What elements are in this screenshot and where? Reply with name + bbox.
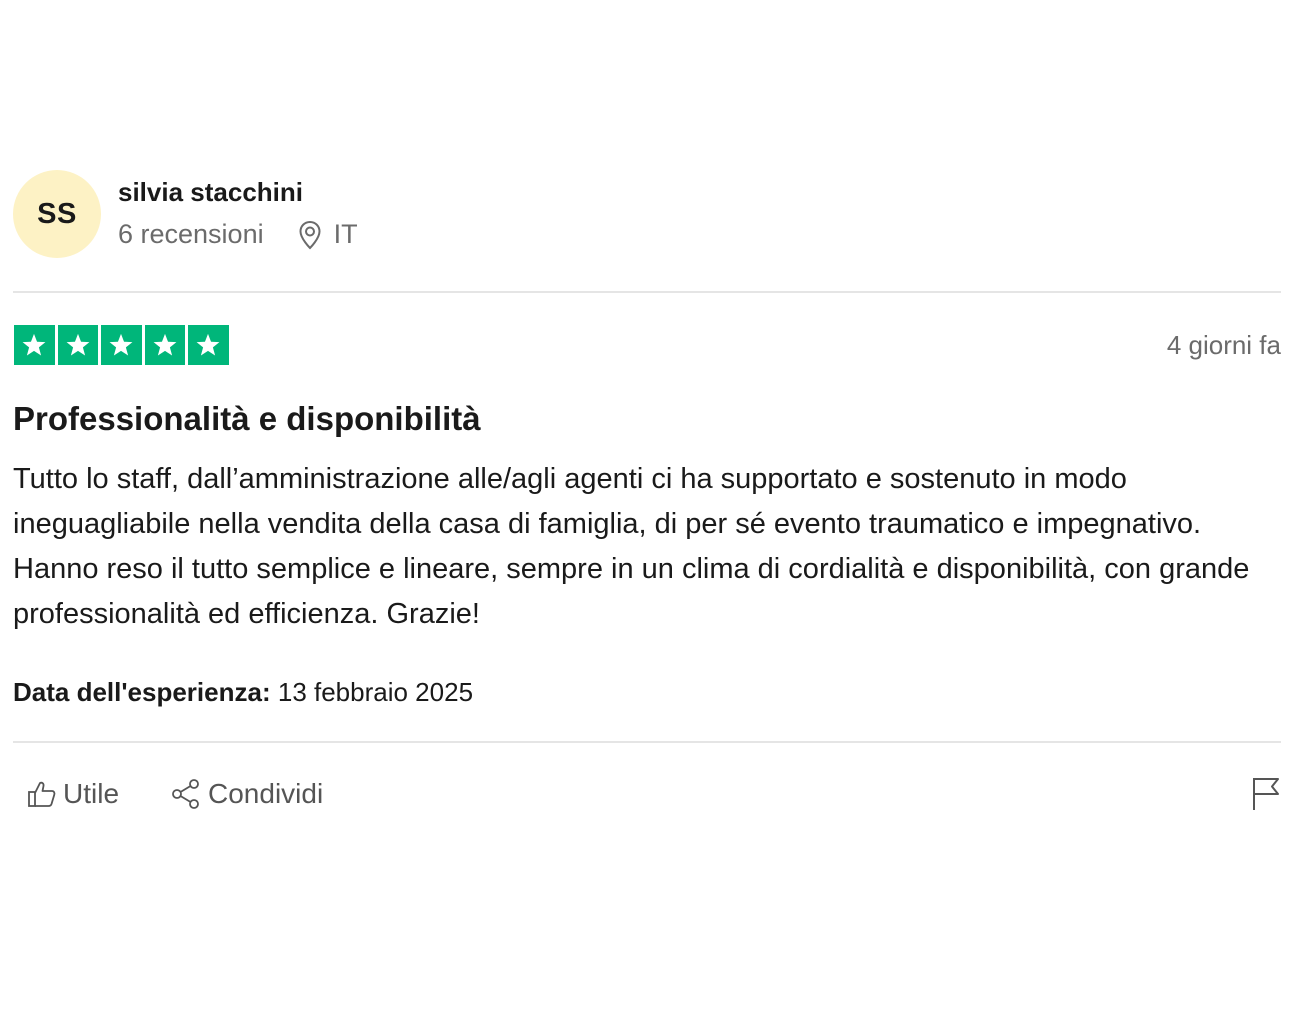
share-label: Condividi [208, 778, 324, 809]
review-actions: Utile Condividi [13, 778, 1281, 818]
star-2 [57, 325, 98, 365]
reviewer-header: SS silvia stacchini 6 recensioni IT [13, 170, 1281, 260]
review-card: SS silvia stacchini 6 recensioni IT 4 gi… [13, 170, 1281, 818]
review-title[interactable]: Professionalità e disponibilità [13, 399, 1281, 439]
reviewer-name[interactable]: silvia stacchini [118, 177, 303, 208]
review-paragraph: Hanno reso il tutto semplice e lineare, … [13, 553, 1250, 630]
thumbs-up-icon [28, 781, 56, 807]
share-icon [172, 779, 199, 809]
experience-label: Data dell'esperienza: [13, 677, 271, 707]
star-icon [196, 333, 220, 356]
star-3 [101, 325, 142, 365]
star-1 [14, 325, 55, 365]
star-icon [153, 333, 177, 356]
review-date: 4 giorni fa [1166, 330, 1281, 360]
flag-icon[interactable] [1251, 776, 1281, 812]
experience-date-row: Data dell'esperienza: 13 febbraio 2025 [13, 675, 1281, 709]
review-count: 6 recensioni [118, 219, 264, 249]
star-4 [144, 325, 185, 365]
location-pin-icon [299, 220, 321, 249]
review-body: Tutto lo staff, dall’amministrazione all… [13, 457, 1281, 637]
share-button[interactable]: Condividi [170, 778, 323, 810]
review-paragraph: Tutto lo staff, dall’amministrazione all… [13, 463, 1202, 540]
footer-divider [13, 741, 1281, 743]
rating-row: 4 giorni fa [13, 325, 1281, 365]
star-icon [66, 333, 90, 356]
star-rating [14, 325, 229, 365]
reviewer-country: IT [333, 219, 358, 249]
useful-label: Utile [63, 778, 120, 809]
avatar[interactable]: SS [13, 170, 101, 258]
star-5 [188, 325, 229, 365]
star-icon [109, 333, 133, 356]
header-divider [13, 291, 1281, 293]
experience-date: 13 febbraio 2025 [277, 677, 474, 707]
star-icon [22, 333, 46, 356]
reviewer-meta: 6 recensioni IT [118, 219, 358, 250]
useful-button[interactable]: Utile [27, 778, 119, 810]
